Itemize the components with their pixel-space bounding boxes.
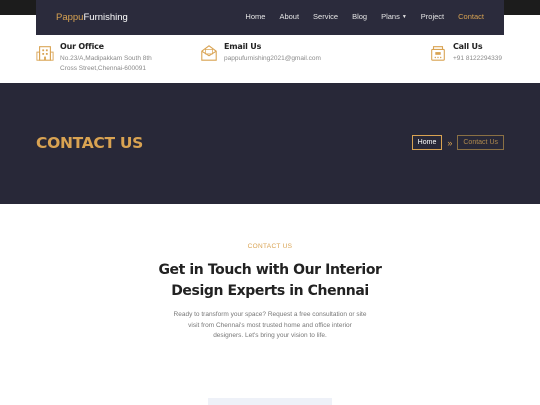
description-line2: visit from Chennai's most trusted home a… bbox=[188, 321, 352, 329]
phone-icon bbox=[431, 46, 445, 61]
call-title: Call Us bbox=[453, 42, 483, 51]
brand-logo[interactable]: PappuFurnishing bbox=[56, 12, 128, 23]
contact-info-bar: Our Office No.23/A,Madipakkam South 8th … bbox=[0, 35, 540, 83]
nav-project[interactable]: Project bbox=[421, 12, 444, 21]
nav-plans[interactable]: Plans ▼ bbox=[381, 12, 407, 21]
section-heading-line2: Design Experts in Chennai bbox=[171, 283, 369, 299]
page: PappuFurnishing Home About Service Blog … bbox=[0, 0, 540, 405]
caret-down-icon: ▼ bbox=[401, 14, 407, 20]
office-title: Our Office bbox=[60, 42, 104, 51]
envelope-icon bbox=[201, 45, 217, 61]
email-info: Email Us pappufurnishing2021@gmail.com bbox=[200, 42, 321, 64]
contact-form-edge bbox=[208, 398, 332, 405]
nav-menu: Home About Service Blog Plans ▼ Project C… bbox=[231, 12, 484, 21]
nav-plans-label: Plans bbox=[381, 12, 400, 21]
breadcrumb-home[interactable]: Home bbox=[411, 135, 443, 150]
building-icon bbox=[36, 46, 54, 61]
nav-about[interactable]: About bbox=[279, 12, 299, 21]
call-info: Call Us +91 8122294339 bbox=[429, 42, 502, 64]
nav-contact[interactable]: Contact bbox=[458, 12, 484, 21]
section-heading-line1: Get in Touch with Our Interior bbox=[158, 262, 382, 278]
email-title: Email Us bbox=[224, 42, 262, 51]
office-address-line2: Cross Street,Chennai-600091 bbox=[60, 65, 146, 72]
section-tag: CONTACT US bbox=[247, 243, 293, 250]
brand-part2: Furnishing bbox=[83, 12, 128, 23]
section-description: Ready to transform your space? Request a… bbox=[150, 310, 390, 342]
phone-number[interactable]: +91 8122294339 bbox=[453, 54, 502, 64]
breadcrumb-current: Contact Us bbox=[457, 135, 504, 150]
email-address[interactable]: pappufurnishing2021@gmail.com bbox=[224, 54, 321, 64]
page-title: CONTACT US bbox=[36, 134, 143, 152]
double-chevron-right-icon: » bbox=[447, 137, 453, 148]
nav-service[interactable]: Service bbox=[313, 12, 338, 21]
navbar: PappuFurnishing Home About Service Blog … bbox=[36, 0, 504, 35]
office-info: Our Office No.23/A,Madipakkam South 8th … bbox=[36, 42, 152, 74]
office-address-line1: No.23/A,Madipakkam South 8th bbox=[60, 55, 152, 62]
page-header: CONTACT US Home » Contact Us bbox=[0, 83, 540, 204]
description-line3: designers. Let's bring your vision to li… bbox=[213, 332, 327, 339]
brand-part1: Pappu bbox=[56, 12, 84, 23]
section-heading: Get in Touch with Our Interior Design Ex… bbox=[120, 260, 420, 302]
description-line1: Ready to transform your space? Request a… bbox=[173, 311, 367, 318]
breadcrumb: Home » Contact Us bbox=[411, 135, 504, 150]
nav-home[interactable]: Home bbox=[245, 12, 265, 21]
nav-blog[interactable]: Blog bbox=[352, 12, 367, 21]
